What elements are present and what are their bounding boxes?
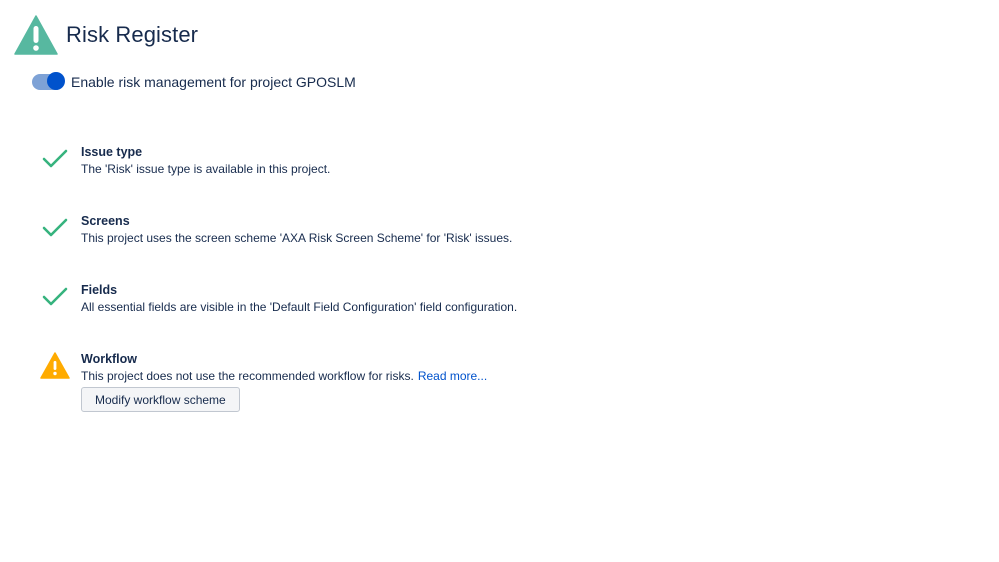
- check-description: All essential fields are visible in the …: [81, 300, 518, 314]
- check-description: This project does not use the recommende…: [81, 368, 487, 385]
- modify-workflow-scheme-button[interactable]: Modify workflow scheme: [81, 387, 240, 412]
- risk-management-toggle-row: Enable risk management for project GPOSL…: [32, 71, 356, 93]
- check-content: Fields All essential fields are visible …: [81, 282, 517, 316]
- workflow-description-text: This project does not use the recommende…: [81, 369, 414, 383]
- check-icon: [42, 149, 68, 168]
- toggle-label: Enable risk management for project GPOSL…: [71, 74, 356, 90]
- check-title: Issue type: [81, 145, 143, 159]
- check-description: The 'Risk' issue type is available in th…: [81, 162, 331, 176]
- check-icon: [42, 287, 68, 306]
- check-icon: [42, 218, 68, 237]
- check-content: Workflow This project does not use the r…: [81, 351, 487, 412]
- check-description: This project uses the screen scheme 'AXA…: [81, 231, 513, 245]
- read-more-link[interactable]: Read more...: [418, 369, 487, 383]
- warning-icon: [40, 352, 70, 379]
- page-title: Risk Register: [66, 22, 199, 47]
- check-title: Screens: [81, 214, 130, 228]
- toggle-knob: [47, 72, 65, 90]
- risk-management-toggle[interactable]: [32, 72, 65, 90]
- check-content: Screens This project uses the screen sch…: [81, 213, 512, 247]
- check-content: Issue type The 'Risk' issue type is avai…: [81, 144, 330, 178]
- check-title: Workflow: [81, 352, 138, 366]
- warning-triangle-icon: [14, 15, 58, 55]
- check-title: Fields: [81, 283, 118, 297]
- page-header: Risk Register: [14, 14, 198, 56]
